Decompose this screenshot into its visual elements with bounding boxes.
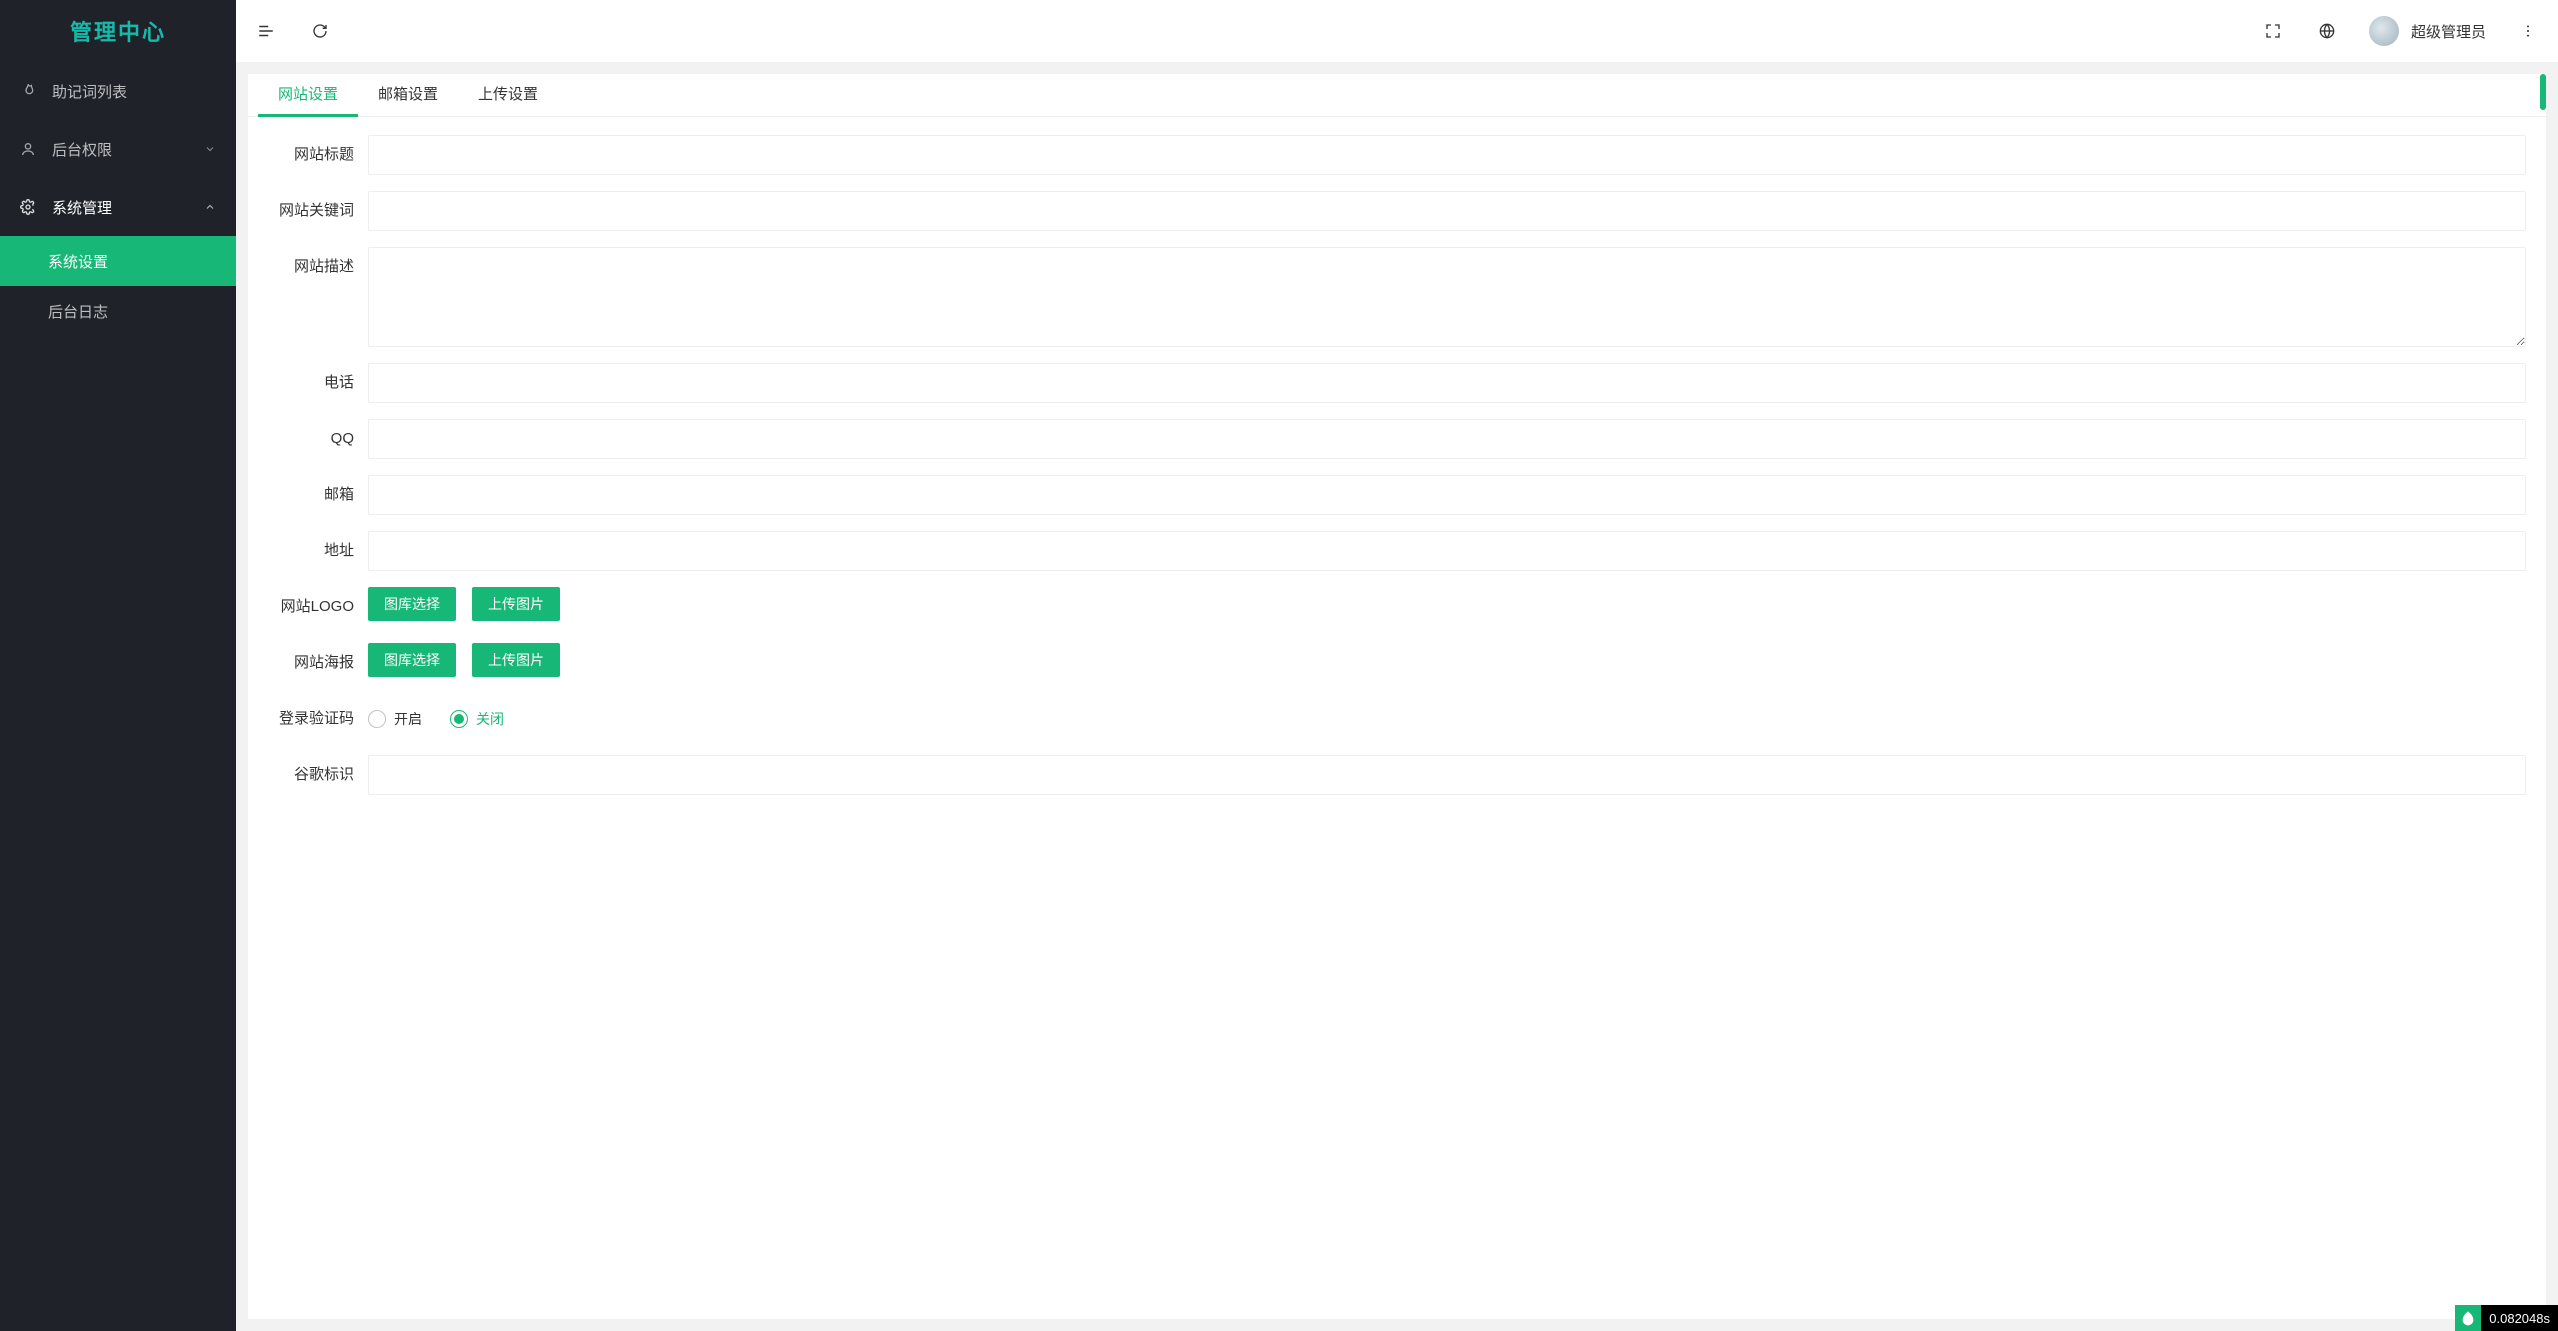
label-logo: 网站LOGO [248,587,368,627]
radio-dot-icon [368,710,386,728]
input-phone[interactable] [368,363,2526,403]
fullscreen-button[interactable] [2261,19,2285,43]
scroll-indicator [2540,74,2546,110]
sidebar-item-label: 系统管理 [52,197,204,218]
textarea-site-desc[interactable] [368,247,2526,347]
poster-gallery-button[interactable]: 图库选择 [368,643,456,677]
label-site-keywords: 网站关键词 [248,191,368,231]
sidebar-item-system[interactable]: 系统管理 [0,178,236,236]
tab-upload-settings[interactable]: 上传设置 [458,74,558,116]
input-address[interactable] [368,531,2526,571]
settings-panel: 网站设置 邮箱设置 上传设置 网站标题 网站关键词 网站描述 [248,74,2546,1319]
username-label[interactable]: 超级管理员 [2411,21,2486,42]
sidebar-toggle-button[interactable] [254,19,278,43]
captcha-radio-group: 开启 关闭 [368,699,504,739]
flame-icon [20,83,40,99]
label-email: 邮箱 [248,475,368,515]
language-button[interactable] [2315,19,2339,43]
content-body: 网站设置 邮箱设置 上传设置 网站标题 网站关键词 网站描述 [236,62,2558,1331]
sidebar-subnav-system: 系统设置 后台日志 [0,236,236,336]
main-area: 超级管理员 网站设置 邮箱设置 上传设置 网站标题 网站关键词 [236,0,2558,1331]
radio-dot-icon [450,710,468,728]
sidebar-item-label: 系统设置 [48,251,216,272]
form-area: 网站标题 网站关键词 网站描述 电话 QQ [248,117,2546,1319]
timing-value: 0.082048s [2481,1311,2558,1326]
sidebar-item-permissions[interactable]: 后台权限 [0,120,236,178]
chevron-up-icon [204,201,216,213]
sidebar-item-backend-log[interactable]: 后台日志 [0,286,236,336]
radio-label: 开启 [394,709,422,729]
label-address: 地址 [248,531,368,571]
label-qq: QQ [248,419,368,459]
sidebar: 管理中心 助记词列表 后台权限 系统管理 系统设置 后台日志 [0,0,236,1331]
timing-badge: 0.082048s [2455,1305,2558,1331]
tab-email-settings[interactable]: 邮箱设置 [358,74,458,116]
logo-upload-button[interactable]: 上传图片 [472,587,560,621]
sidebar-item-label: 助记词列表 [52,81,216,102]
refresh-button[interactable] [308,19,332,43]
brand-title: 管理中心 [0,0,236,62]
radio-label: 关闭 [476,709,504,729]
label-site-desc: 网站描述 [248,247,368,287]
label-poster: 网站海报 [248,643,368,683]
sidebar-item-label: 后台日志 [48,301,216,322]
label-captcha: 登录验证码 [248,699,368,739]
label-site-title: 网站标题 [248,135,368,175]
poster-upload-button[interactable]: 上传图片 [472,643,560,677]
tab-site-settings[interactable]: 网站设置 [258,74,358,116]
input-email[interactable] [368,475,2526,515]
more-menu-button[interactable] [2516,19,2540,43]
label-phone: 电话 [248,363,368,403]
sidebar-item-label: 后台权限 [52,139,204,160]
input-google[interactable] [368,755,2526,795]
sidebar-item-mnemonic-list[interactable]: 助记词列表 [0,62,236,120]
logo-gallery-button[interactable]: 图库选择 [368,587,456,621]
topbar: 超级管理员 [236,0,2558,62]
label-google: 谷歌标识 [248,755,368,795]
gear-icon [20,199,40,215]
input-site-title[interactable] [368,135,2526,175]
chevron-down-icon [204,143,216,155]
leaf-icon [2455,1305,2481,1331]
avatar[interactable] [2369,16,2399,46]
sidebar-item-system-settings[interactable]: 系统设置 [0,236,236,286]
user-icon [20,141,40,157]
captcha-radio-on[interactable]: 开启 [368,709,422,729]
input-qq[interactable] [368,419,2526,459]
captcha-radio-off[interactable]: 关闭 [450,709,504,729]
tabs: 网站设置 邮箱设置 上传设置 [248,74,2546,117]
input-site-keywords[interactable] [368,191,2526,231]
